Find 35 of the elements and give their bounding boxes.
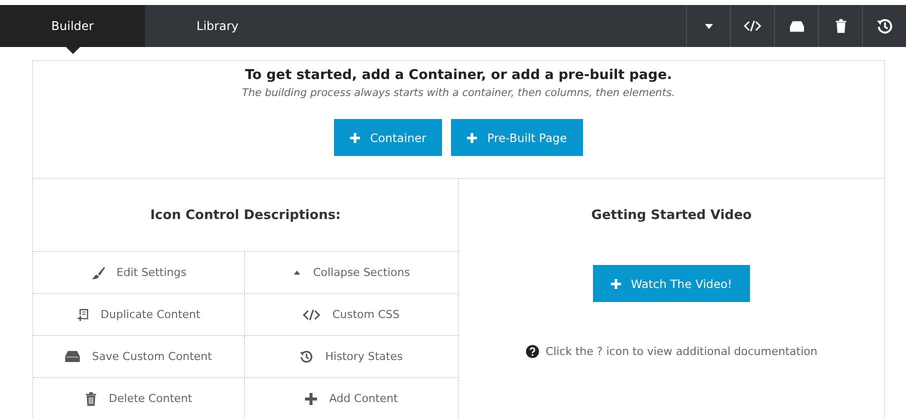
code-icon: [303, 308, 320, 320]
code-icon: [744, 20, 761, 32]
drive-icon: [65, 351, 80, 362]
icon-description: Add Content: [329, 392, 398, 405]
intro-subtitle: The building process always starts with a container, then columns, then elements.: [242, 87, 676, 99]
watch-video-button[interactable]: Watch The Video!: [592, 265, 750, 302]
icon-description: Save Custom Content: [92, 350, 212, 363]
trash-icon: [834, 19, 846, 33]
brush-icon: [90, 266, 105, 280]
icon-description: Edit Settings: [116, 266, 186, 279]
icon-description: Collapse Sections: [313, 266, 410, 279]
history-icon: [876, 18, 892, 34]
section-heading: Getting Started Video: [591, 206, 752, 224]
plus-icon: [467, 132, 478, 142]
tab[interactable]: Library: [145, 5, 290, 47]
plus-icon: [305, 392, 318, 404]
icon-description: History States: [325, 350, 403, 363]
plus-icon: [610, 278, 621, 288]
history-icon: [300, 350, 314, 363]
caret-up-icon: [293, 268, 302, 276]
drive-icon: [790, 20, 804, 32]
trash-icon: [84, 392, 97, 406]
help-icon: [526, 345, 539, 358]
icon-description: Custom CSS: [332, 308, 400, 321]
icon-description: Delete Content: [108, 392, 192, 405]
help-text: Click the ? icon to view additional documentation: [546, 345, 818, 358]
intro-heading: To get started, add a Container, or add a pre-built page.: [245, 67, 672, 83]
tab-pointer-icon: [66, 47, 80, 54]
add-button[interactable]: Container: [334, 119, 442, 156]
section-heading: Icon Control Descriptions:: [33, 179, 458, 252]
add-button[interactable]: Pre-Built Page: [451, 119, 583, 156]
plus-icon: [350, 132, 360, 142]
icon-description: Duplicate Content: [100, 308, 200, 321]
caret-down-icon: [704, 21, 714, 31]
duplicate-icon: [76, 308, 89, 322]
